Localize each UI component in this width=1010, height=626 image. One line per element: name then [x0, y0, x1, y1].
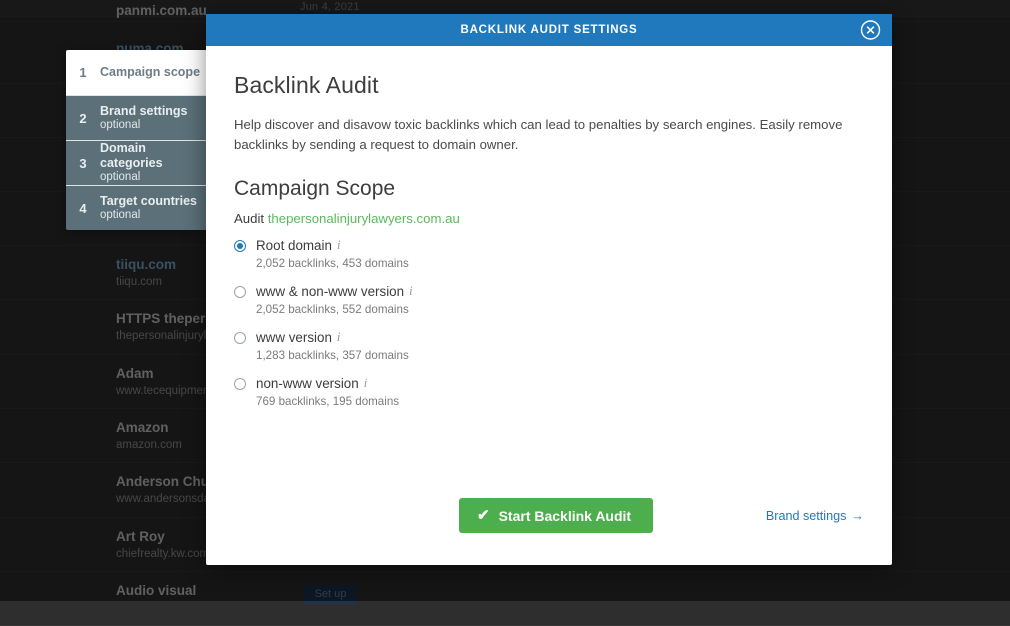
- wizard-step-label: Campaign scope: [100, 65, 203, 80]
- background-list-item-title: Amazon: [116, 420, 169, 435]
- wizard-step-optional-label: optional: [100, 209, 203, 223]
- wizard-step-label: Domain categories: [100, 141, 203, 171]
- radio-button-icon[interactable]: [234, 240, 246, 252]
- audit-target-line: Audit thepersonalinjurylawyers.com.au: [234, 211, 864, 226]
- radio-button-icon[interactable]: [234, 378, 246, 390]
- scope-option-root-domain[interactable]: Root domain i 2,052 backlinks, 453 domains: [234, 237, 864, 270]
- modal-header-title: BACKLINK AUDIT SETTINGS: [460, 24, 637, 36]
- arrow-right-icon: →: [851, 509, 864, 523]
- scope-option-label: www & non-www version: [256, 284, 404, 299]
- wizard-step-number: 4: [66, 201, 100, 216]
- scope-option-label: non-www version: [256, 376, 359, 391]
- info-icon[interactable]: i: [409, 284, 412, 299]
- radio-button-icon[interactable]: [234, 286, 246, 298]
- wizard-step-number: 2: [66, 111, 100, 126]
- wizard-step-sidebar[interactable]: 1Campaign scope2Brand settingsoptional3D…: [66, 50, 207, 230]
- wizard-step-body: Domain categoriesoptional: [100, 141, 207, 184]
- scope-option-stats: 2,052 backlinks, 453 domains: [256, 257, 864, 270]
- background-list-item-subtitle: amazon.com: [116, 439, 182, 451]
- wizard-step-label: Brand settings: [100, 104, 203, 119]
- campaign-scope-title: Campaign Scope: [234, 177, 864, 201]
- scope-option-www-version[interactable]: www version i 1,283 backlinks, 357 domains: [234, 329, 864, 362]
- scope-option-non-www-version[interactable]: non-www version i 769 backlinks, 195 domai…: [234, 375, 864, 408]
- wizard-step-number: 1: [66, 65, 100, 80]
- background-list-item-subtitle: chiefrealty.kw.com: [116, 548, 209, 560]
- wizard-step-label: Target countries: [100, 194, 203, 209]
- scope-option-stats: 769 backlinks, 195 domains: [256, 395, 864, 408]
- radio-button-icon[interactable]: [234, 332, 246, 344]
- background-list-item-title: tiiqu.com: [116, 257, 176, 272]
- checkmark-icon: ✔: [477, 508, 490, 523]
- background-list-item-title: Art Roy: [116, 529, 165, 544]
- wizard-step-optional-label: optional: [100, 171, 203, 185]
- wizard-step-body: Brand settingsoptional: [100, 104, 207, 132]
- scope-option-www-non-www-version[interactable]: www & non-www version i 2,052 backlinks, 5…: [234, 283, 864, 316]
- modal-footer: ✔ Start Backlink Audit Brand settings →: [234, 498, 864, 533]
- background-list-item-subtitle: tiiqu.com: [116, 276, 162, 288]
- campaign-scope-radio-group[interactable]: Root domain i 2,052 backlinks, 453 domains…: [234, 237, 864, 408]
- wizard-step-optional-label: optional: [100, 119, 203, 133]
- wizard-step-number: 3: [66, 156, 100, 171]
- wizard-step-brand-settings[interactable]: 2Brand settingsoptional: [66, 95, 207, 140]
- close-icon[interactable]: [860, 20, 881, 41]
- start-backlink-audit-label: Start Backlink Audit: [499, 508, 632, 524]
- wizard-step-campaign-scope[interactable]: 1Campaign scope: [66, 50, 207, 95]
- backlink-audit-settings-modal: BACKLINK AUDIT SETTINGS Backlink Audit H…: [206, 14, 892, 565]
- info-icon[interactable]: i: [337, 238, 340, 253]
- scope-option-label: Root domain: [256, 238, 332, 253]
- scope-option-label: www version: [256, 330, 332, 345]
- brand-settings-link[interactable]: Brand settings →: [766, 509, 864, 523]
- audit-domain-link[interactable]: thepersonalinjurylawyers.com.au: [268, 211, 460, 226]
- background-list-item-title: Adam: [116, 366, 154, 381]
- modal-body: Backlink Audit Help discover and disavow…: [206, 46, 892, 565]
- modal-description: Help discover and disavow toxic backlink…: [234, 115, 859, 155]
- background-setup-button[interactable]: Set up: [304, 585, 357, 604]
- background-list-item-title: Audio visual: [116, 583, 196, 598]
- page-title: Backlink Audit: [234, 72, 864, 99]
- scope-option-stats: 2,052 backlinks, 552 domains: [256, 303, 864, 316]
- info-icon[interactable]: i: [364, 376, 367, 391]
- audit-prefix-label: Audit: [234, 211, 264, 226]
- modal-header: BACKLINK AUDIT SETTINGS: [206, 14, 892, 46]
- background-list-item-title: panmi.com.au: [116, 3, 207, 18]
- start-backlink-audit-button[interactable]: ✔ Start Backlink Audit: [459, 498, 653, 533]
- info-icon[interactable]: i: [337, 330, 340, 345]
- wizard-step-body: Campaign scope: [100, 65, 207, 80]
- scope-option-stats: 1,283 backlinks, 357 domains: [256, 349, 864, 362]
- wizard-step-body: Target countriesoptional: [100, 194, 207, 222]
- brand-settings-label: Brand settings: [766, 509, 847, 523]
- background-list-item: Audio visual Set up: [0, 572, 1010, 626]
- wizard-step-target-countries[interactable]: 4Target countriesoptional: [66, 185, 207, 230]
- wizard-step-domain-categories[interactable]: 3Domain categoriesoptional: [66, 140, 207, 185]
